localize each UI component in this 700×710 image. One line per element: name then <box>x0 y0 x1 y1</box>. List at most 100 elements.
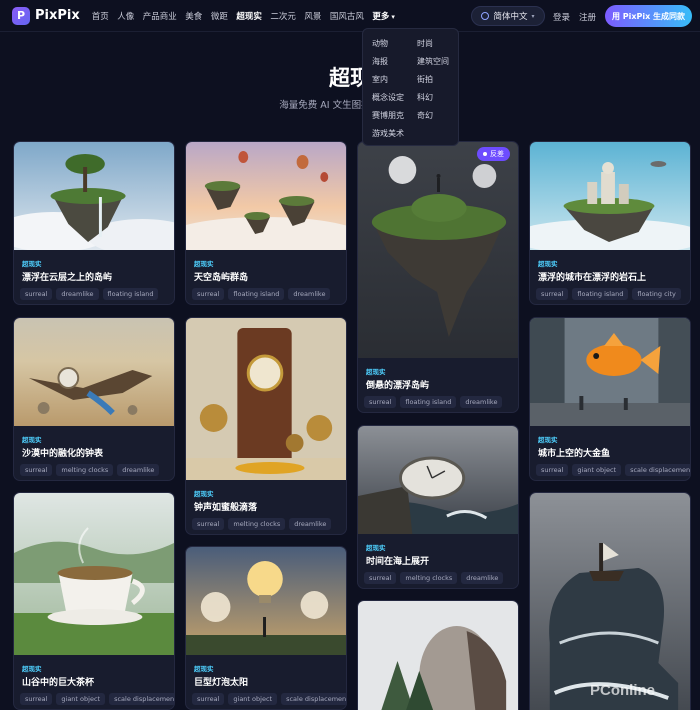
card-tags: surreal giant object scale displacement <box>192 693 346 705</box>
card-tags: surreal floating island dreamlike <box>192 288 334 300</box>
tag-chip[interactable]: floating island <box>400 396 457 408</box>
tag-chip[interactable]: surreal <box>20 464 53 476</box>
login-link[interactable]: 登录 <box>553 11 570 23</box>
card-title: 漂浮的城市在漂浮的岩石上 <box>538 273 647 283</box>
prompt-card[interactable]: 超现实 巨型灯泡太阳 surreal giant object scale di… <box>185 546 347 710</box>
tag-chip[interactable]: dreamlike <box>461 572 504 584</box>
dropdown-item-fashion[interactable]: 时尚 <box>417 38 433 49</box>
dropdown-item-game-art[interactable]: 游戏美术 <box>372 128 404 139</box>
tag-chip[interactable]: floating island <box>228 288 285 300</box>
prompt-card[interactable]: 超现实 天空岛屿群岛 surreal floating island dream… <box>185 141 347 305</box>
nav-item-portrait[interactable]: 人像 <box>117 10 134 22</box>
page-title: 超现 <box>329 66 371 90</box>
top-nav: P PixPix 首页 人像 产品商业 美食 微距 超现实 二次元 风景 国风古… <box>0 0 700 32</box>
tag-chip[interactable]: melting clocks <box>56 464 114 476</box>
tag-chip[interactable]: surreal <box>536 464 569 476</box>
dropdown-item-street[interactable]: 街拍 <box>417 74 433 85</box>
prompt-card[interactable]: 超现实 漂浮的城市在漂浮的岩石上 surreal floating island… <box>529 141 691 305</box>
card-title: 山谷中的巨大茶杯 <box>22 678 95 688</box>
card-category: 超现实 <box>22 260 42 268</box>
tag-chip[interactable]: melting clocks <box>400 572 458 584</box>
prompt-card[interactable]: 反差 超现实 倒悬的漂浮岛屿 surreal floating island d… <box>357 141 519 413</box>
tag-chip[interactable]: dreamlike <box>460 396 503 408</box>
card-image <box>530 142 690 250</box>
nav-item-home[interactable]: 首页 <box>92 10 109 22</box>
tag-chip[interactable]: floating island <box>102 288 159 300</box>
generate-button[interactable]: 用 PixPix 生成同款 <box>605 5 692 27</box>
page-subtitle: 海量免费 AI 文生图提示词 · … 感 <box>279 100 421 111</box>
prompt-card[interactable]: 超现实 沙漠中的融化的钟表 surreal melting clocks dre… <box>13 317 175 481</box>
prompt-card[interactable]: 超现实 钟声如蜜般滴落 surreal melting clocks dream… <box>185 317 347 535</box>
dropdown-item-concept[interactable]: 概念设定 <box>372 92 404 103</box>
main-menu: 首页 人像 产品商业 美食 微距 超现实 二次元 风景 国风古风 更多 ▾ <box>92 10 404 22</box>
language-selector[interactable]: 简体中文 ▾ <box>471 6 545 26</box>
tag-chip[interactable]: surreal <box>20 288 53 300</box>
tag-chip[interactable]: scale displacement <box>109 693 174 705</box>
card-tags: surreal floating island floating city <box>536 288 685 300</box>
tag-chip[interactable]: surreal <box>536 288 569 300</box>
tag-chip[interactable]: dreamlike <box>117 464 160 476</box>
tag-chip[interactable]: dreamlike <box>288 288 331 300</box>
tag-chip[interactable]: floating city <box>632 288 681 300</box>
tag-chip[interactable]: surreal <box>20 693 53 705</box>
tag-chip[interactable]: scale displacement <box>281 693 346 705</box>
logo-mark-icon: P <box>12 6 30 25</box>
tag-chip[interactable]: surreal <box>192 288 225 300</box>
card-title: 城市上空的大金鱼 <box>538 449 611 459</box>
card-image <box>186 318 346 480</box>
tag-chip[interactable]: melting clocks <box>228 518 286 530</box>
nav-item-more[interactable]: 更多 ▾ <box>372 10 395 22</box>
tag-chip[interactable]: floating island <box>572 288 629 300</box>
tag-chip[interactable]: scale displacement <box>625 464 690 476</box>
prompt-card[interactable]: 超现实 时间在海上展开 surreal melting clocks dream… <box>357 425 519 589</box>
tag-chip[interactable]: surreal <box>364 396 397 408</box>
prompt-card[interactable]: 超现实 山谷中的巨大茶杯 surreal giant object scale … <box>13 492 175 710</box>
nav-item-macro[interactable]: 微距 <box>211 10 228 22</box>
card-tags: surreal giant object scale displacement <box>536 464 690 476</box>
card-image <box>14 493 174 655</box>
prompt-card[interactable]: 超现实 城市上空的大金鱼 surreal giant object scale … <box>529 317 691 481</box>
tag-chip[interactable]: surreal <box>192 518 225 530</box>
nav-item-anime[interactable]: 二次元 <box>270 10 296 22</box>
dropdown-item-interior[interactable]: 室内 <box>372 74 388 85</box>
globe-icon <box>481 12 490 20</box>
card-category: 超现实 <box>194 665 214 673</box>
nav-item-product[interactable]: 产品商业 <box>143 10 177 22</box>
card-image <box>530 493 690 710</box>
nav-item-surreal[interactable]: 超现实 <box>236 10 262 22</box>
tag-chip[interactable]: dreamlike <box>56 288 99 300</box>
dropdown-item-animal[interactable]: 动物 <box>372 38 388 49</box>
dropdown-item-poster[interactable]: 海报 <box>372 56 388 67</box>
tag-chip[interactable]: giant object <box>56 693 106 705</box>
card-image <box>358 142 518 358</box>
card-category: 超现实 <box>194 490 214 498</box>
card-image <box>14 318 174 426</box>
card-tags: surreal melting clocks dreamlike <box>364 572 507 584</box>
card-tags: surreal giant object scale displacement <box>20 693 174 705</box>
dropdown-item-scifi[interactable]: 科幻 <box>417 92 433 103</box>
nav-item-landscape[interactable]: 风景 <box>304 10 321 22</box>
signup-link[interactable]: 注册 <box>579 11 596 23</box>
tag-chip[interactable]: surreal <box>192 693 225 705</box>
card-image <box>530 318 690 426</box>
card-category: 超现实 <box>366 368 386 376</box>
dropdown-item-cyberpunk[interactable]: 赛博朋克 <box>372 110 404 121</box>
prompt-card[interactable] <box>529 492 691 710</box>
nav-item-food[interactable]: 美食 <box>185 10 202 22</box>
contrast-badge: 反差 <box>477 147 510 161</box>
tag-chip[interactable]: giant object <box>228 693 278 705</box>
card-image <box>186 142 346 250</box>
nav-item-guofeng[interactable]: 国风古风 <box>330 10 364 22</box>
card-tags: surreal floating island dreamlike <box>364 396 506 408</box>
dropdown-item-architecture[interactable]: 建筑空间 <box>417 56 449 67</box>
tag-chip[interactable]: dreamlike <box>289 518 332 530</box>
prompt-card[interactable]: 超现实 漂浮在云层之上的岛屿 surreal dreamlike floatin… <box>13 141 175 305</box>
tag-chip[interactable]: surreal <box>364 572 397 584</box>
logo[interactable]: P PixPix <box>12 6 80 25</box>
prompt-card[interactable] <box>357 600 519 710</box>
card-image <box>186 547 346 655</box>
chevron-down-icon: ▾ <box>391 12 395 21</box>
card-title: 巨型灯泡太阳 <box>194 678 249 688</box>
dropdown-item-fantasy[interactable]: 奇幻 <box>417 110 433 121</box>
tag-chip[interactable]: giant object <box>572 464 622 476</box>
